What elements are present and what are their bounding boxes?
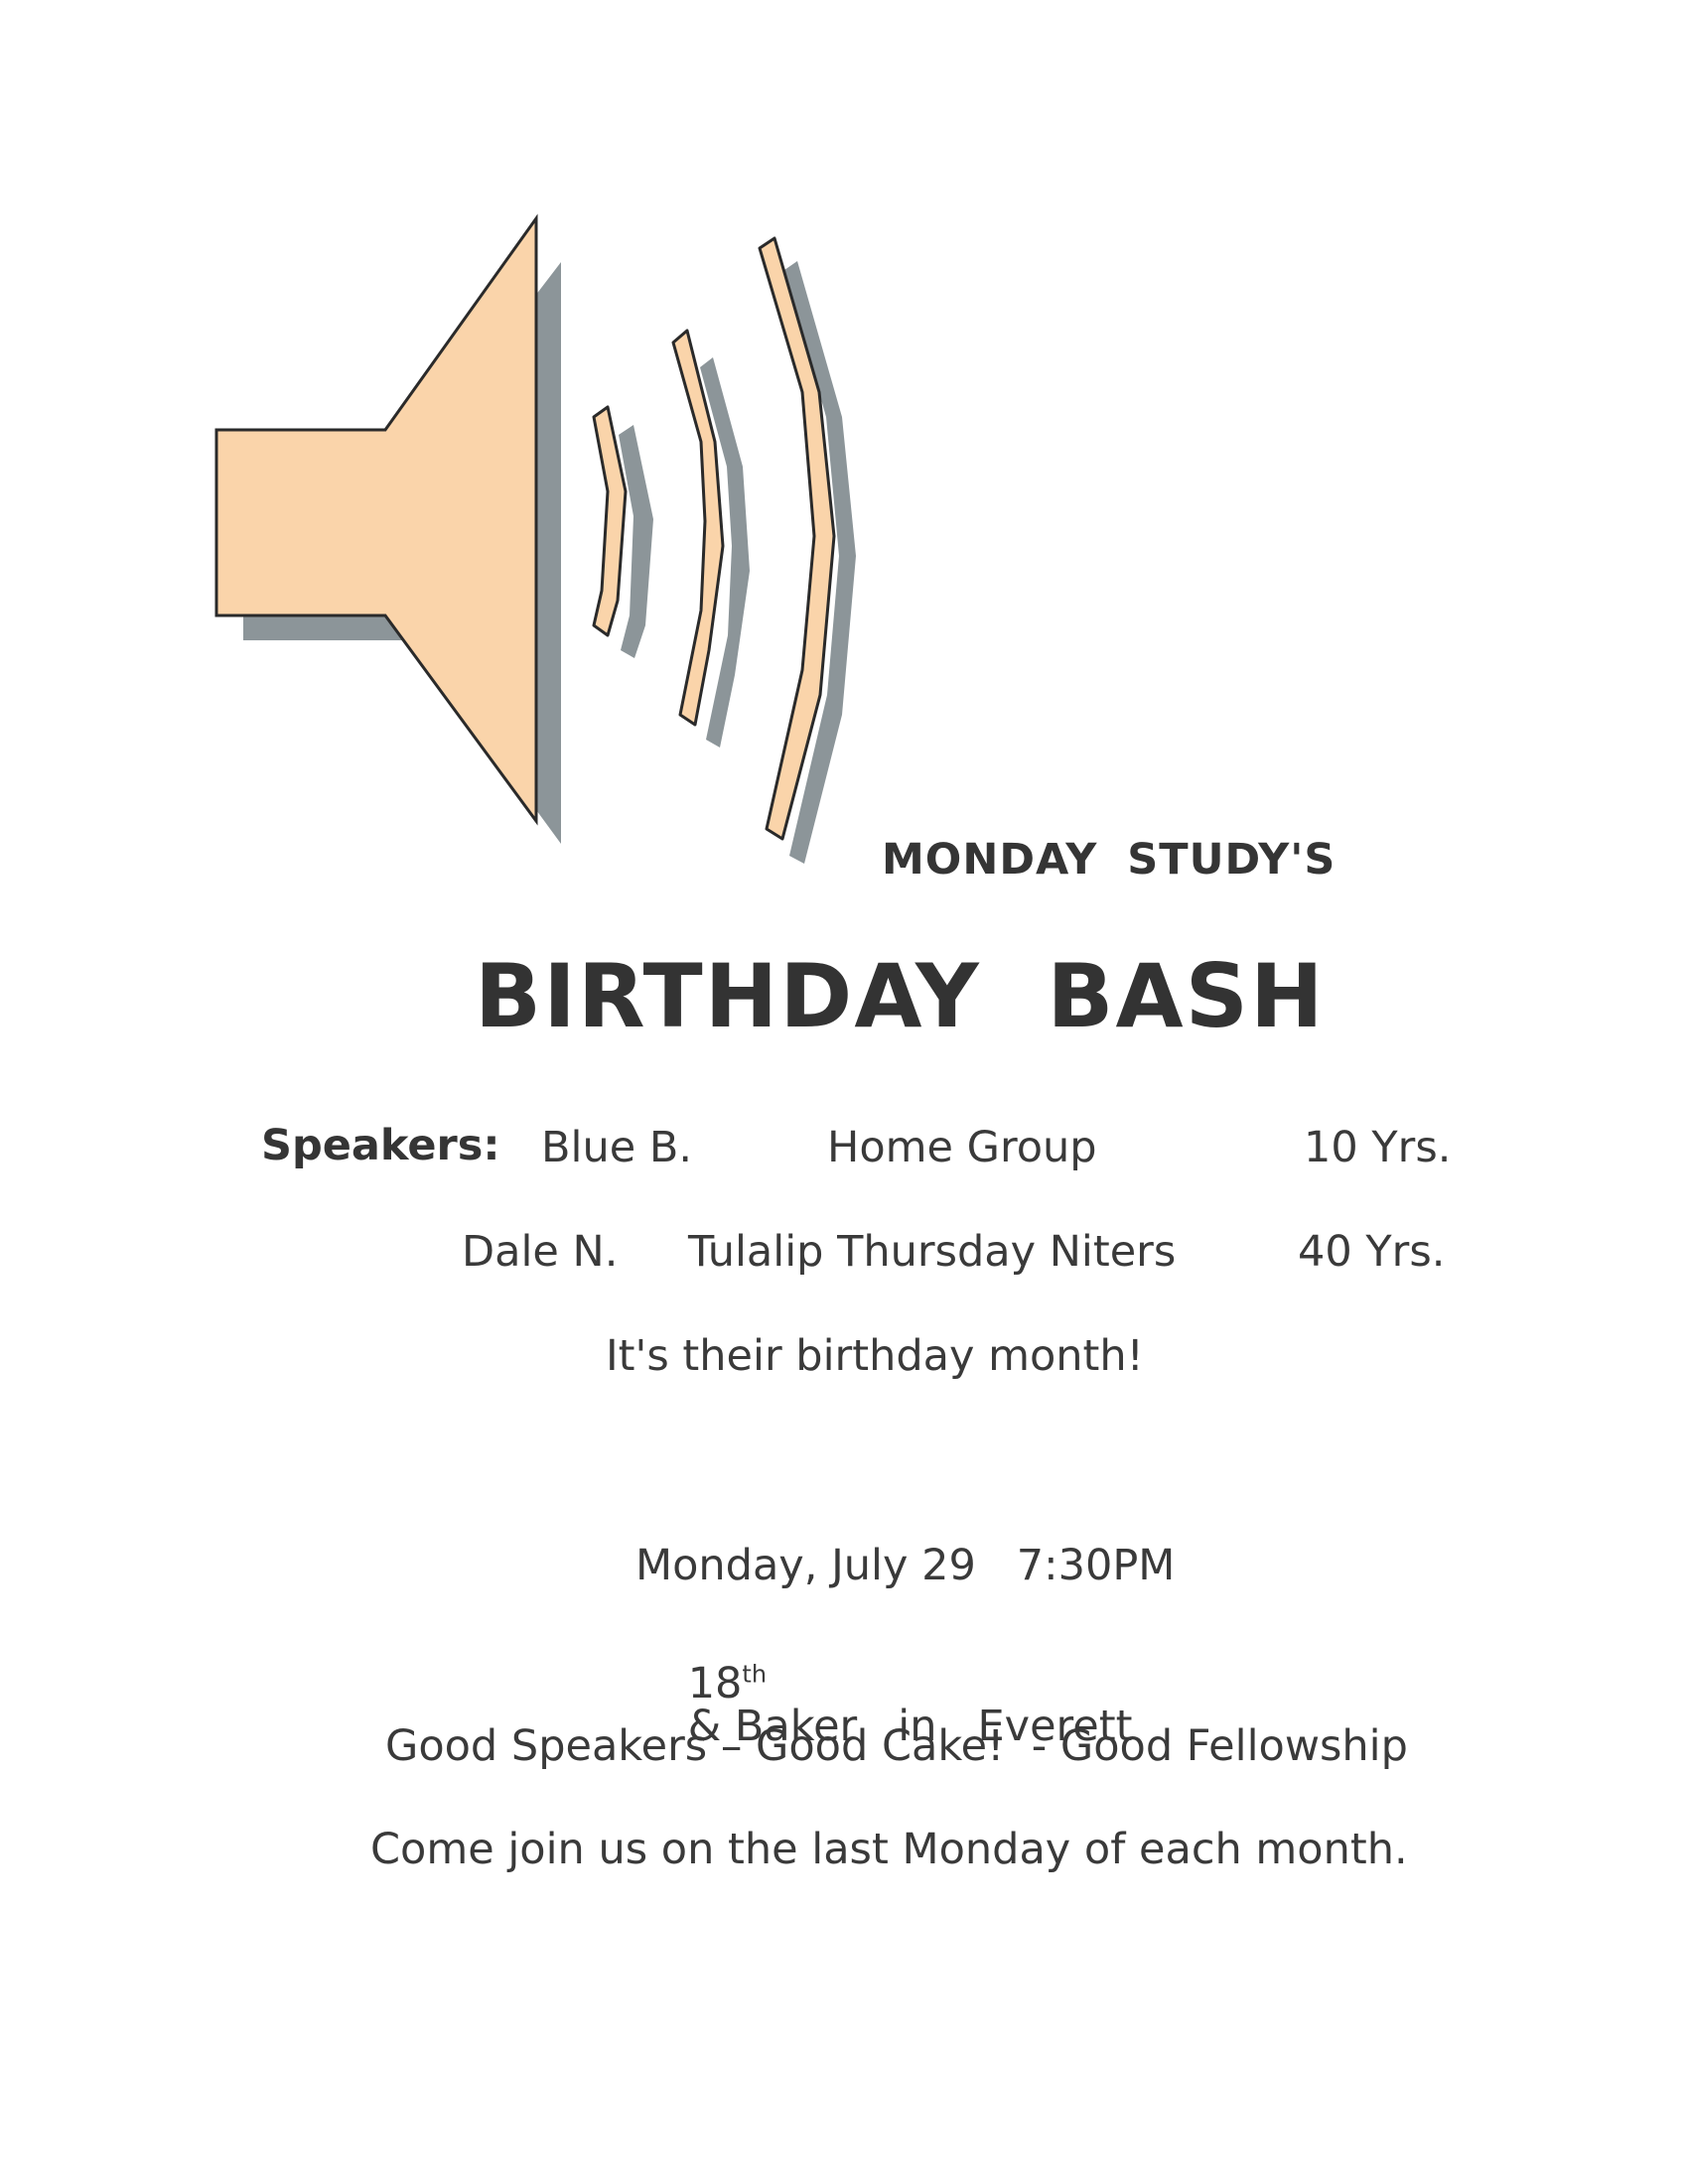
speaker-years: 40 Yrs. — [1298, 1227, 1446, 1277]
birthday-note: It's their birthday month! — [606, 1331, 1144, 1381]
loudspeaker-icon — [214, 213, 856, 864]
speaker-group: Home Group — [827, 1123, 1097, 1172]
speaker-name: Blue B. — [541, 1123, 692, 1172]
speaker-group: Tulalip Thursday Niters — [688, 1227, 1177, 1277]
speaker-name: Dale N. — [462, 1227, 619, 1277]
speaker-cone — [214, 213, 538, 826]
address-number: 18 — [687, 1659, 743, 1708]
event-subtitle: MONDAY STUDY'S — [882, 835, 1336, 885]
event-date-time: Monday, July 29 7:30PM — [635, 1541, 1176, 1590]
flyer-page: MONDAY STUDY'S BIRTHDAY BASH Speakers: B… — [0, 0, 1688, 2184]
address-ordinal: th — [742, 1660, 768, 1689]
event-tagline: Good Speakers – Good Cake! - Good Fellow… — [385, 1721, 1408, 1771]
speakers-label: Speakers: — [261, 1121, 500, 1170]
speaker-years: 10 Yrs. — [1304, 1123, 1452, 1172]
event-title: BIRTHDAY BASH — [475, 945, 1326, 1047]
event-invite: Come join us on the last Monday of each … — [370, 1825, 1408, 1874]
